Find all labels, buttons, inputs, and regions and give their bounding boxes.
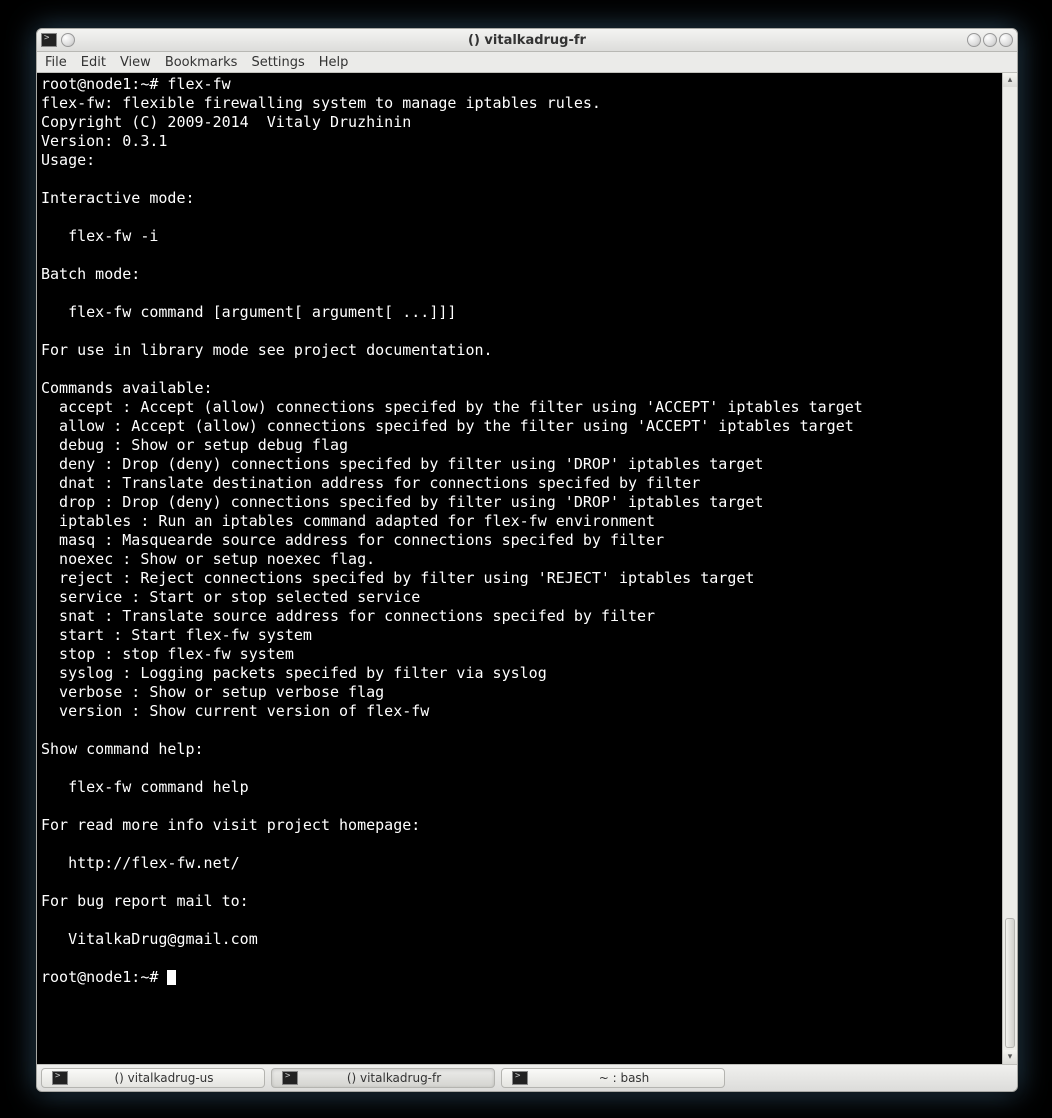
menu-help[interactable]: Help <box>319 55 349 70</box>
menubar: File Edit View Bookmarks Settings Help <box>37 52 1017 73</box>
titlebar: () vitalkadrug-fr <box>37 29 1017 52</box>
taskbar-item-label: () vitalkadrug-us <box>74 1071 254 1085</box>
terminal-window: () vitalkadrug-fr File Edit View Bookmar… <box>36 28 1018 1092</box>
menu-edit[interactable]: Edit <box>81 55 106 70</box>
scroll-thumb[interactable] <box>1005 918 1015 1048</box>
menu-bookmarks[interactable]: Bookmarks <box>165 55 238 70</box>
terminal-content[interactable]: root@node1:~# flex-fw flex-fw: flexible … <box>37 73 1002 1064</box>
menu-view[interactable]: View <box>120 55 151 70</box>
menu-file[interactable]: File <box>45 55 67 70</box>
taskbar-item[interactable]: ~ : bash <box>501 1068 725 1088</box>
minimize-button[interactable] <box>967 33 981 47</box>
scroll-up-icon[interactable]: ▴ <box>1003 73 1017 87</box>
taskbar-item-label: ~ : bash <box>534 1071 714 1085</box>
scroll-down-icon[interactable]: ▾ <box>1003 1050 1017 1064</box>
terminal-area[interactable]: root@node1:~# flex-fw flex-fw: flexible … <box>37 73 1017 1064</box>
scrollbar[interactable]: ▴ ▾ <box>1002 73 1017 1064</box>
maximize-button[interactable] <box>983 33 997 47</box>
terminal-icon <box>52 1071 68 1085</box>
menu-settings[interactable]: Settings <box>251 55 304 70</box>
taskbar-item[interactable]: () vitalkadrug-fr <box>271 1068 495 1088</box>
taskbar: () vitalkadrug-us () vitalkadrug-fr ~ : … <box>37 1064 1017 1091</box>
terminal-icon <box>512 1071 528 1085</box>
window-menu-button[interactable] <box>61 33 75 47</box>
terminal-cursor <box>167 970 176 985</box>
window-app-icon <box>41 33 57 47</box>
terminal-icon <box>282 1071 298 1085</box>
taskbar-item[interactable]: () vitalkadrug-us <box>41 1068 265 1088</box>
taskbar-item-label: () vitalkadrug-fr <box>304 1071 484 1085</box>
window-title: () vitalkadrug-fr <box>161 33 893 48</box>
close-button[interactable] <box>999 33 1013 47</box>
